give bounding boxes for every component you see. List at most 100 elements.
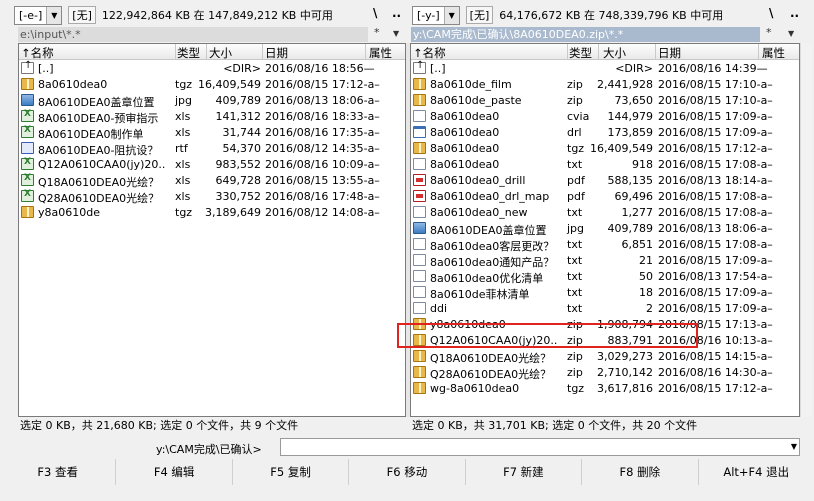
- file-name: Q12A0610CAA0(jy)20..: [430, 334, 558, 347]
- file-row[interactable]: 8a0610de菲林清单 txt 18 2016/08/15 17:09-a–: [411, 285, 799, 301]
- col-ext-header[interactable]: 类型: [569, 45, 592, 61]
- left-file-list[interactable]: ↑名称 类型 大小 日期 属性 [..] <DIR> 2016/08/16 18:5…: [18, 43, 406, 417]
- file-ext: tgz: [175, 78, 193, 91]
- right-drive-select[interactable]: [-y-] ▼: [412, 5, 460, 25]
- file-row[interactable]: 8A0610DEA0-预审指示 xls 141,3122016/08/16 18:3…: [19, 109, 405, 125]
- file-row[interactable]: y8a0610dea0 zip 1,908,794 2016/08/15 17:13-…: [411, 317, 799, 333]
- archive-icon: [413, 350, 426, 362]
- file-ext: txt: [567, 238, 583, 251]
- file-row[interactable]: 8A0610DEA0-阻抗设？ rtf 54,370 2016/08/12 14:35…: [19, 141, 405, 157]
- file-date: 2016/08/15 17:12-a–: [658, 142, 773, 155]
- file-row[interactable]: 8a0610dea0优化清单 txt 50 2016/08/13 17:54-a–: [411, 269, 799, 285]
- col-ext-header[interactable]: 类型: [177, 45, 200, 61]
- col-name-header[interactable]: ↑名称: [413, 45, 446, 61]
- file-name: [..]: [430, 62, 446, 75]
- file-row[interactable]: 8a0610dea0 drl 173,859 2016/08/15 17:09-a–: [411, 125, 799, 141]
- file-row[interactable]: 8a0610dea0 cvia 144,979 2016/08/15 17:09-a–: [411, 109, 799, 125]
- col-date-header[interactable]: 日期: [265, 45, 288, 61]
- col-attr-header[interactable]: 属性: [762, 45, 785, 61]
- f6-move-button[interactable]: F6 移动: [349, 459, 466, 485]
- col-size-header[interactable]: 大小: [209, 45, 232, 61]
- file-size: 649,728: [215, 174, 262, 187]
- up-icon: [21, 60, 34, 74]
- left-root-button[interactable]: \: [373, 6, 377, 20]
- file-row[interactable]: 8a0610dea0_new txt 1,277 2016/08/15 17:08-a…: [411, 205, 799, 221]
- file-row[interactable]: Q18A0610DEA0光绘？ xls 649,7282016/08/15 13:5…: [19, 173, 405, 189]
- file-row[interactable]: wg-8a0610dea0 tgz 3,617,816 2016/08/15 17:1…: [411, 381, 799, 397]
- right-free-space: 64,176,672 KB 在 748,339,796 KB 中可用: [499, 9, 724, 22]
- col-date-header[interactable]: 日期: [658, 45, 681, 61]
- file-row[interactable]: 8A0610DEA0制作单 xls 31,7442016/08/16 17:35-a…: [19, 125, 405, 141]
- file-name: 8a0610dea0: [430, 142, 500, 155]
- right-history-arrow-icon[interactable]: ▼: [788, 29, 794, 38]
- file-size: 1,277: [621, 206, 654, 219]
- excel-icon: [21, 125, 34, 138]
- file-name: y8a0610de: [38, 206, 100, 219]
- f4-edit-button[interactable]: F4 编辑: [116, 459, 233, 485]
- file-ext: xls: [175, 190, 191, 203]
- file-row[interactable]: y8a0610de tgz 3,189,649 2016/08/12 14:08-a–: [19, 205, 405, 221]
- right-path-bar[interactable]: y:\CAM完成\已确认\8A0610DEA0.zip\*.*: [411, 27, 760, 42]
- file-ext: tgz: [175, 206, 193, 219]
- file-size: 50: [639, 270, 653, 283]
- file-row[interactable]: ddi txt 2 2016/08/15 17:09-a–: [411, 301, 799, 317]
- left-path-bar[interactable]: e:\input\*.*: [18, 27, 368, 42]
- left-history-arrow-icon[interactable]: ▼: [393, 29, 399, 38]
- file-row[interactable]: 8a0610dea0客层更改？ txt 6,851 2016/08/15 17:08-…: [411, 237, 799, 253]
- file-row[interactable]: Q12A0610CAA0(jy)20.. zip 883,791 2016/08/16…: [411, 333, 799, 349]
- right-root-button[interactable]: \: [769, 6, 773, 20]
- file-date: 2016/08/13 18:06-a–: [265, 94, 380, 107]
- file-name: ddi: [430, 302, 448, 315]
- file-row[interactable]: 8a0610dea0_drl_map pdf 69,496 2016/08/15 17…: [411, 189, 799, 205]
- command-input[interactable]: ▼: [280, 438, 800, 456]
- file-row[interactable]: 8a0610dea0通知产品？ txt 21 2016/08/15 17:09-a–: [411, 253, 799, 269]
- doc-icon: [413, 270, 426, 282]
- col-name-header[interactable]: ↑名称: [21, 45, 54, 61]
- file-row[interactable]: Q28A0610DEA0光绘？ xls 330,7522016/08/16 17:4…: [19, 189, 405, 205]
- file-ext: pdf: [567, 190, 585, 203]
- right-file-list[interactable]: ↑名称 类型 大小 日期 属性 [..] <DIR> 2016/08/16 14:3…: [410, 43, 800, 417]
- file-ext: zip: [567, 334, 583, 347]
- file-row[interactable]: 8a0610de_film zip 2,441,928 2016/08/15 17:1…: [411, 77, 799, 93]
- file-size: <DIR>: [223, 62, 261, 75]
- file-date: 2016/08/15 17:09-a–: [658, 254, 773, 267]
- file-row[interactable]: Q18A0610DEA0光绘？ zip 3,029,273 2016/08/15 14…: [411, 349, 799, 365]
- chevron-down-icon[interactable]: ▼: [791, 442, 797, 451]
- f8-delete-button[interactable]: F8 删除: [582, 459, 699, 485]
- col-size-header[interactable]: 大小: [603, 45, 626, 61]
- file-row[interactable]: [..] <DIR> 2016/08/16 18:56—: [19, 60, 405, 77]
- file-size: 588,135: [607, 174, 654, 187]
- file-row[interactable]: 8a0610dea0 tgz 16,409,549 2016/08/15 17:12-…: [411, 141, 799, 157]
- file-date: 2016/08/15 17:12-a–: [265, 78, 380, 91]
- archive-icon: [413, 94, 426, 106]
- f3-view-button[interactable]: F3 查看: [0, 459, 117, 485]
- file-ext: cvia: [567, 110, 590, 123]
- right-drive-letter: [-y-]: [417, 8, 440, 22]
- col-attr-header[interactable]: 属性: [369, 45, 392, 61]
- archive-icon: [21, 78, 34, 90]
- f7-new-button[interactable]: F7 新建: [466, 459, 583, 485]
- file-date: 2016/08/15 17:08-a–: [658, 238, 773, 251]
- file-ext: txt: [567, 302, 583, 315]
- file-row[interactable]: 8a0610dea0_drill pdf 588,135 2016/08/13 18:…: [411, 173, 799, 189]
- file-size: 3,189,649: [205, 206, 261, 219]
- file-date: 2016/08/16 14:39—: [658, 62, 768, 75]
- right-filter-star[interactable]: *: [766, 26, 772, 39]
- file-row[interactable]: 8a0610de_paste zip 73,650 2016/08/15 17:10-…: [411, 93, 799, 109]
- right-up-button[interactable]: ..: [790, 6, 799, 20]
- left-up-button[interactable]: ..: [392, 6, 401, 20]
- file-row[interactable]: 8A0610DEA0盖章位置 jpg 409,789 2016/08/13 18:06…: [19, 93, 405, 109]
- file-row[interactable]: 8a0610dea0 tgz 16,409,549 2016/08/15 17:12-…: [19, 77, 405, 93]
- file-row[interactable]: Q28A0610DEA0光绘？ zip 2,710,142 2016/08/16 14…: [411, 365, 799, 381]
- right-list-header: ↑名称 类型 大小 日期 属性: [411, 44, 799, 60]
- file-row[interactable]: 8A0610DEA0盖章位置 jpg 409,789 2016/08/13 18:06…: [411, 221, 799, 237]
- f5-copy-button[interactable]: F5 复制: [233, 459, 350, 485]
- left-drive-select[interactable]: [-e-] ▼: [14, 5, 63, 25]
- file-row[interactable]: 8a0610dea0 txt 918 2016/08/15 17:08-a–: [411, 157, 799, 173]
- file-row[interactable]: [..] <DIR> 2016/08/16 14:39—: [411, 60, 799, 77]
- alt-f4-exit-button[interactable]: Alt+F4 退出: [699, 459, 814, 485]
- right-scrollbar[interactable]: [800, 43, 812, 417]
- left-filter-star[interactable]: *: [374, 26, 380, 39]
- file-row[interactable]: Q12A0610CAA0(jy)20.. xls 983,5522016/08/16…: [19, 157, 405, 173]
- file-name: 8A0610DEA0-阻抗设？: [38, 144, 159, 157]
